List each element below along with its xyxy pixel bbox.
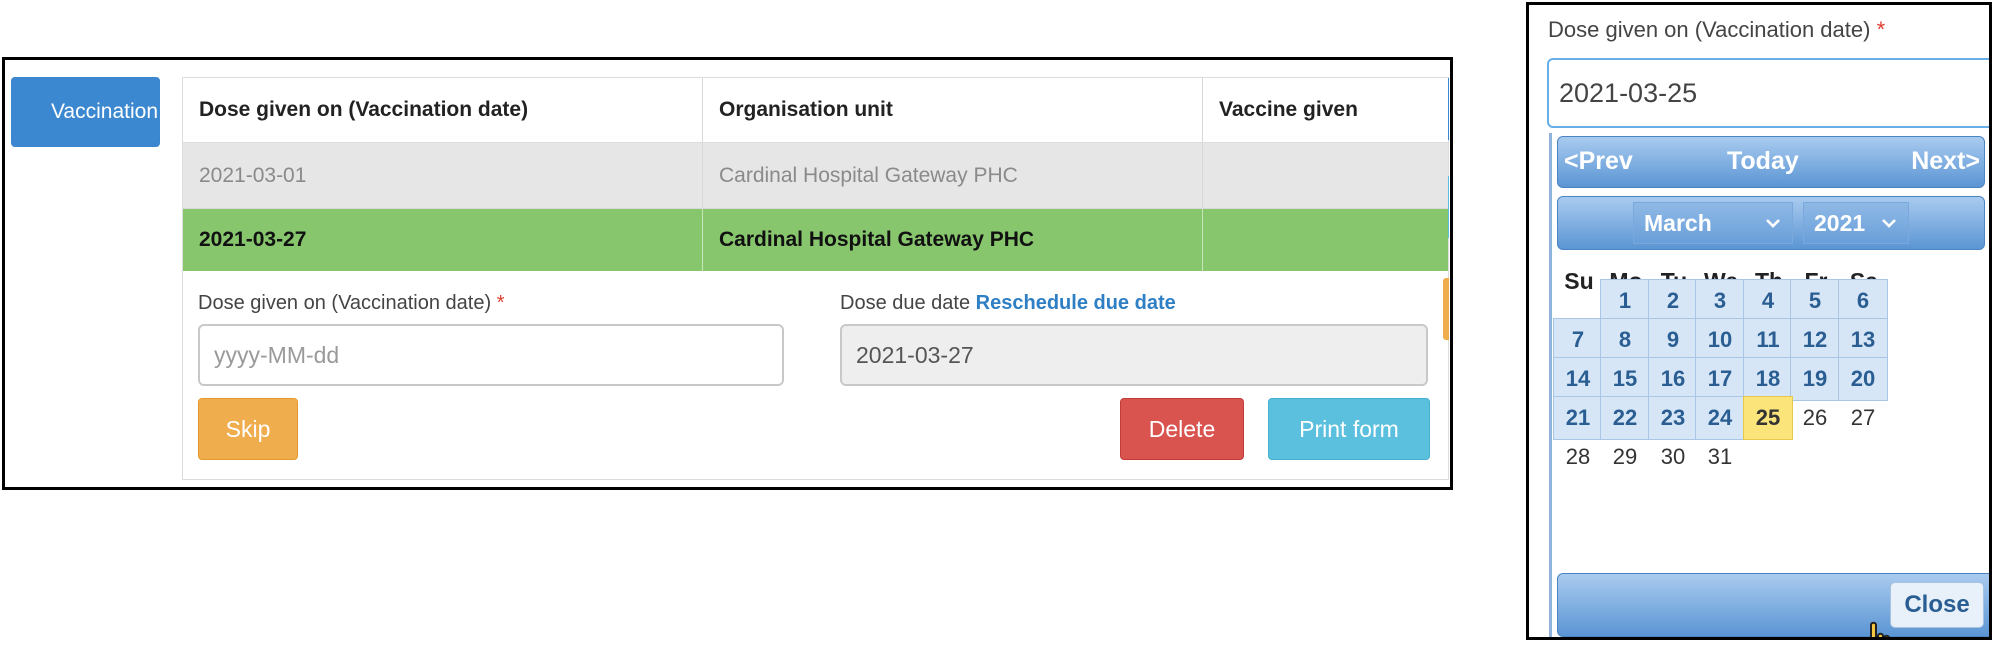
table-header: Dose given on (Vaccination date) Organis… [183, 78, 1448, 144]
delete-button-label: Delete [1148, 415, 1216, 442]
dose-date-label: Dose given on (Vaccination date) * [198, 292, 505, 315]
calendar-day[interactable]: 19 [1790, 357, 1840, 401]
calendar-day[interactable]: 28 [1553, 435, 1603, 479]
calendar-day[interactable]: 17 [1695, 357, 1745, 401]
hand-pointer-icon [1870, 621, 1890, 637]
cell-vaccine [1203, 143, 1448, 208]
cell-dose-date: 2021-03-01 [183, 143, 703, 208]
skip-button-label: Skip [225, 415, 271, 442]
side-tab-edge[interactable] [1443, 278, 1449, 340]
chevron-down-icon [1882, 219, 1896, 228]
dose-date-input[interactable] [198, 324, 784, 386]
calendar-day[interactable]: 12 [1790, 318, 1840, 362]
calendar-day[interactable]: 6 [1838, 279, 1888, 323]
dose-date-input[interactable]: 2021-03-25 [1547, 58, 1989, 128]
calendar-day[interactable]: 22 [1600, 396, 1650, 440]
calendar-day[interactable]: 24 [1695, 396, 1745, 440]
calendar-day[interactable]: 14 [1553, 357, 1603, 401]
calendar-day[interactable]: 7 [1553, 318, 1603, 362]
datepicker-popup: <Prev Today Next> March 2021 SuMoTuWeThF… [1549, 133, 1989, 637]
dose-date-label-text: Dose given on (Vaccination date) [198, 292, 492, 314]
calendar-day-selected[interactable]: 25 [1743, 396, 1793, 440]
skip-button[interactable]: Skip [198, 398, 298, 460]
table-row[interactable]: 2021-03-01 Cardinal Hospital Gateway PHC [183, 143, 1448, 209]
weekday-label: Su [1564, 268, 1594, 294]
calendar-day[interactable]: 10 [1695, 318, 1745, 362]
column-header-org-unit[interactable]: Organisation unit [703, 78, 1203, 142]
month-select[interactable]: March [1633, 202, 1793, 244]
year-select-value: 2021 [1814, 209, 1866, 236]
vaccination-panel: Dose given on (Vaccination date) Organis… [182, 77, 1449, 480]
calendar-day[interactable]: 18 [1743, 357, 1793, 401]
calendar-day[interactable]: 20 [1838, 357, 1888, 401]
cell-org-unit: Cardinal Hospital Gateway PHC [703, 209, 1203, 271]
datepicker-footer: Close [1557, 573, 1989, 637]
calendar-day[interactable]: 9 [1648, 318, 1698, 362]
cell-org-unit: Cardinal Hospital Gateway PHC [703, 143, 1203, 208]
required-marker: * [496, 292, 505, 314]
calendar-day[interactable]: 15 [1600, 357, 1650, 401]
dose-date-label: Dose given on (Vaccination date) * [1548, 17, 1885, 43]
due-date-field [840, 324, 1428, 386]
datepicker-header: <Prev Today Next> [1557, 136, 1985, 188]
calendar-day[interactable]: 8 [1600, 318, 1650, 362]
calendar-day[interactable]: 11 [1743, 318, 1793, 362]
print-form-button[interactable]: Print form [1268, 398, 1430, 460]
reschedule-due-date-link[interactable]: Reschedule due date [976, 292, 1176, 314]
month-select-value: March [1644, 209, 1712, 236]
calendar-day[interactable]: 31 [1695, 435, 1745, 479]
close-button-label: Close [1904, 591, 1970, 618]
delete-button[interactable]: Delete [1120, 398, 1244, 460]
calendar-day[interactable]: 23 [1648, 396, 1698, 440]
calendar-day[interactable]: 3 [1695, 279, 1745, 323]
dose-date-label-text: Dose given on (Vaccination date) [1548, 17, 1871, 42]
calendar-day[interactable]: 21 [1553, 396, 1603, 440]
calendar-day[interactable]: 5 [1790, 279, 1840, 323]
cell-dose-date: 2021-03-27 [183, 209, 703, 271]
due-date-label: Dose due date Reschedule due date [840, 292, 1176, 315]
today-button[interactable]: Today [1727, 147, 1799, 176]
print-form-button-label: Print form [1299, 415, 1399, 442]
vaccination-tab-label: Vaccination [50, 100, 158, 123]
datepicker-panel-frame: Dose given on (Vaccination date) * 2021-… [1526, 2, 1992, 640]
month-year-bar: March 2021 [1557, 196, 1985, 250]
prev-month-button[interactable]: <Prev [1564, 147, 1633, 176]
chevron-down-icon [1766, 219, 1780, 228]
vaccination-panel-frame: Vaccination Dose given on (Vaccination d… [2, 57, 1453, 490]
calendar-day[interactable]: 27 [1838, 396, 1888, 440]
calendar-day[interactable]: 13 [1838, 318, 1888, 362]
calendar-day[interactable]: 1 [1600, 279, 1650, 323]
table-row-selected[interactable]: 2021-03-27 Cardinal Hospital Gateway PHC [183, 209, 1448, 271]
calendar-day[interactable]: 26 [1790, 396, 1840, 440]
calendar-day[interactable]: 30 [1648, 435, 1698, 479]
next-month-button[interactable]: Next> [1911, 147, 1980, 176]
calendar-day[interactable]: 2 [1648, 279, 1698, 323]
calendar-day[interactable]: 16 [1648, 357, 1698, 401]
vaccination-tab[interactable]: Vaccination [11, 77, 160, 147]
column-header-vaccine[interactable]: Vaccine given [1203, 78, 1448, 142]
calendar-day[interactable]: 29 [1600, 435, 1650, 479]
dose-date-input-value: 2021-03-25 [1559, 77, 1698, 108]
due-date-label-text: Dose due date [840, 292, 971, 314]
year-select[interactable]: 2021 [1803, 202, 1909, 244]
column-header-dose-date[interactable]: Dose given on (Vaccination date) [183, 78, 703, 142]
required-marker: * [1876, 17, 1886, 42]
close-button[interactable]: Close [1890, 582, 1984, 628]
cell-vaccine [1203, 209, 1448, 271]
calendar-day[interactable]: 4 [1743, 279, 1793, 323]
